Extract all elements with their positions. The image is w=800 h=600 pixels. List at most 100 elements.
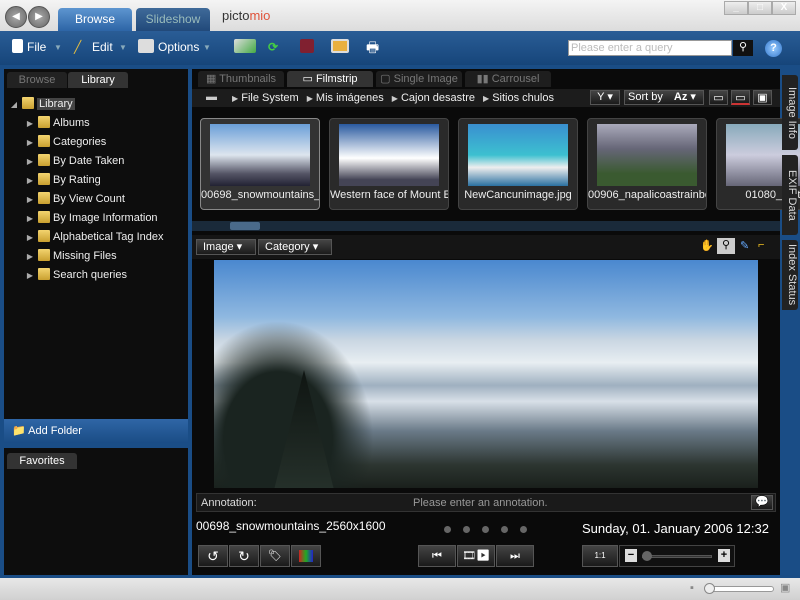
zoom-slider-thumb[interactable] — [642, 551, 652, 561]
help-icon[interactable]: ? — [765, 40, 782, 57]
thumbnail-size-thumb[interactable] — [704, 583, 715, 594]
zoom-out-icon[interactable]: − — [625, 549, 637, 562]
side-tab-exif-data[interactable]: EXIF Data — [782, 155, 798, 235]
tab-browse-panel[interactable]: Browse — [7, 72, 67, 88]
search-input[interactable]: Please enter a query — [568, 40, 732, 56]
expand-icon[interactable]: ▶ — [22, 171, 38, 190]
hand-icon[interactable]: ✋ — [700, 239, 714, 252]
rating-star[interactable] — [482, 526, 489, 533]
tab-slideshow[interactable]: Slideshow — [136, 8, 210, 31]
slideshow-icon[interactable] — [331, 39, 349, 53]
image-filter-dropdown[interactable]: Image ▾ — [196, 239, 256, 255]
tree-item[interactable]: ▶ Categories — [22, 133, 202, 152]
thumbnail[interactable]: 00906_napalicoastrainbow.jpg — [587, 118, 707, 210]
breadcrumb-item[interactable]: Sitios chulos — [492, 92, 554, 104]
tree-item[interactable]: ▶ By View Count — [22, 190, 202, 209]
options-menu[interactable]: Options — [158, 40, 199, 54]
thumbnail[interactable]: Western face of Mount Everest.jpg — [329, 118, 449, 210]
histogram-icon[interactable] — [291, 545, 321, 567]
side-tab-image-info[interactable]: Image Info — [782, 75, 798, 150]
thumbnail[interactable]: NewCancunimage.jpg — [458, 118, 578, 210]
rating-star[interactable] — [463, 526, 470, 533]
annotation-input[interactable]: Please enter an annotation. — [413, 497, 548, 509]
play-slideshow-icon[interactable]: 🎞▶ — [457, 545, 495, 567]
tab-carrousel[interactable]: ▮▮ Carrousel — [465, 71, 551, 87]
stop-icon[interactable] — [300, 39, 314, 53]
tree-item[interactable]: ▶ Search queries — [22, 266, 202, 285]
tree-item[interactable]: ▶ By Rating — [22, 171, 202, 190]
layout-medium-icon[interactable]: ▭ — [731, 90, 750, 105]
tree-item[interactable]: ▶ Alphabetical Tag Index — [22, 228, 202, 247]
annotation-label: Annotation: — [201, 497, 257, 509]
main-image[interactable] — [214, 260, 758, 488]
print-icon[interactable]: 🖶 — [366, 37, 379, 61]
chevron-down-icon[interactable]: ▼ — [54, 43, 62, 52]
breadcrumb-item[interactable]: Mis imágenes — [316, 92, 384, 104]
minimize-button[interactable]: _ — [724, 1, 748, 15]
tree-item-library[interactable]: ◢ Library — [6, 95, 186, 114]
rotate-left-icon[interactable]: ↺ — [198, 545, 228, 567]
maximize-button[interactable]: □ — [748, 1, 772, 15]
chevron-down-icon[interactable]: ▼ — [203, 43, 211, 52]
back-button[interactable]: ◀ — [5, 6, 27, 28]
import-icon[interactable] — [234, 39, 256, 53]
rating-star[interactable] — [501, 526, 508, 533]
expand-icon[interactable]: ▶ — [22, 133, 38, 152]
sort-by-button[interactable]: Sort by Az ▾ — [624, 90, 704, 105]
tree-item[interactable]: ▶ By Image Information — [22, 209, 202, 228]
thumbnail-size-slider[interactable] — [706, 586, 774, 592]
rating-star[interactable] — [520, 526, 527, 533]
eyedropper-icon[interactable]: ✎ — [740, 239, 749, 252]
rotate-right-icon[interactable]: ↻ — [229, 545, 259, 567]
large-thumbnail-icon: ▣ — [780, 582, 791, 594]
expand-icon[interactable]: ▶ — [22, 114, 38, 133]
small-thumbnail-icon: ▪ — [690, 582, 694, 594]
expand-icon[interactable]: ▶ — [22, 266, 38, 285]
side-tab-index-status[interactable]: Index Status — [782, 240, 798, 310]
layout-large-icon[interactable]: ▣ — [753, 90, 772, 105]
tree-item[interactable]: ▶ Missing Files — [22, 247, 202, 266]
tag-icon[interactable]: 🏷 — [260, 545, 290, 567]
tab-single-image[interactable]: ▢ Single Image — [376, 71, 462, 87]
scrollbar-thumb[interactable] — [230, 222, 260, 230]
forward-button[interactable]: ▶ — [28, 6, 50, 28]
chevron-down-icon[interactable]: ▼ — [119, 43, 127, 52]
expand-icon[interactable]: ▶ — [22, 247, 38, 266]
filmstrip-scrollbar[interactable] — [192, 221, 780, 231]
search-icon[interactable]: ⚲ — [733, 40, 753, 56]
tab-browse[interactable]: Browse — [58, 8, 132, 31]
actual-size-button[interactable]: 1:1 — [582, 545, 618, 567]
breadcrumb-item[interactable]: File System — [241, 92, 298, 104]
tab-favorites[interactable]: Favorites — [7, 453, 77, 469]
thumbnail-image — [210, 124, 310, 186]
expand-icon[interactable]: ▶ — [22, 228, 38, 247]
filter-button[interactable]: Y ▾ — [590, 90, 620, 105]
tab-library[interactable]: Library — [68, 72, 128, 88]
zoom-slider[interactable]: − + — [619, 545, 735, 567]
expand-icon[interactable]: ▶ — [22, 190, 38, 209]
view-icon: ▢ — [380, 73, 391, 85]
tree-item[interactable]: ▶ By Date Taken — [22, 152, 202, 171]
crop-icon[interactable]: ⌐ — [758, 239, 764, 251]
tree-item[interactable]: ▶ Albums — [22, 114, 202, 133]
breadcrumb-item[interactable]: Cajon desastre — [401, 92, 475, 104]
tab-filmstrip[interactable]: ▭ Filmstrip — [287, 71, 373, 87]
options-icon — [138, 39, 154, 53]
next-image-icon[interactable]: ⏭ — [496, 545, 534, 567]
tab-thumbnails[interactable]: ▦ Thumbnails — [198, 71, 284, 87]
annotation-comment-icon[interactable]: 💬 — [751, 495, 773, 510]
zoom-in-icon[interactable]: + — [718, 549, 730, 562]
sync-icon[interactable]: ⟳ — [268, 40, 278, 54]
close-button[interactable]: X — [772, 1, 796, 15]
rating-star[interactable] — [444, 526, 451, 533]
zoom-icon[interactable]: ⚲ — [717, 238, 735, 254]
edit-menu[interactable]: Edit — [92, 40, 113, 54]
expand-icon[interactable]: ▶ — [22, 209, 38, 228]
category-filter-dropdown[interactable]: Category ▾ — [258, 239, 332, 255]
layout-small-icon[interactable]: ▭ — [709, 90, 728, 105]
previous-image-icon[interactable]: ⏮ — [418, 545, 456, 567]
expand-icon[interactable]: ▶ — [22, 152, 38, 171]
thumbnail[interactable]: 00698_snowmountains_2560x1600.jpg — [200, 118, 320, 210]
file-menu[interactable]: File — [27, 40, 46, 54]
add-folder-button[interactable]: 📁 Add Folder — [4, 419, 188, 443]
